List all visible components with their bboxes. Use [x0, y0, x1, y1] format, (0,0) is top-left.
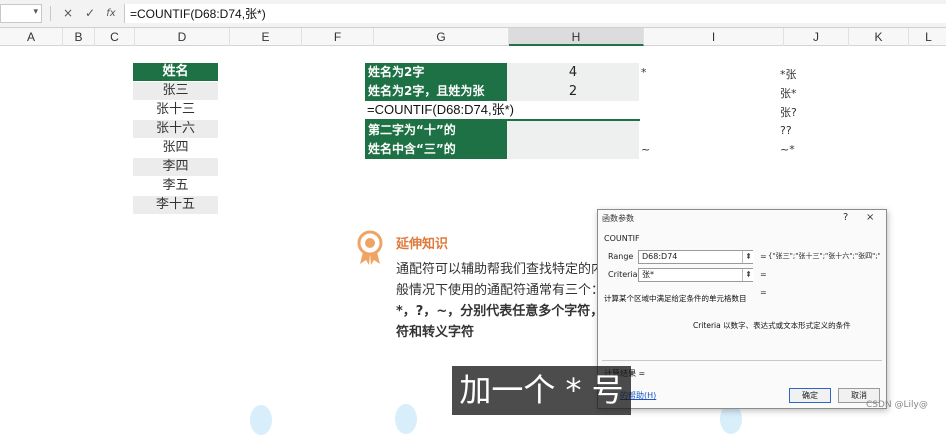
ribbon-badge-icon — [355, 230, 385, 266]
column-header-c[interactable]: C — [95, 28, 135, 46]
criteria-input[interactable]: 张* — [638, 268, 753, 282]
watermark: CSDN @Lily@ — [866, 400, 928, 410]
ok-button[interactable]: 确定 — [789, 388, 831, 403]
count-value-1[interactable]: 4 — [507, 63, 639, 82]
name-box[interactable]: ▾ — [0, 4, 42, 23]
result-equals: = — [760, 288, 767, 297]
formula-bar: ▾ × ✓ fx =COUNTIF(D68:D74,张*) — [0, 0, 946, 28]
dialog-title: 函数参数 — [602, 214, 634, 223]
column-header-g[interactable]: G — [374, 28, 509, 46]
value-cell-bg — [507, 140, 639, 159]
divider — [50, 6, 51, 21]
criteria-equals: = — [760, 270, 767, 279]
criteria-label-5[interactable]: 姓名中含“三”的 — [365, 140, 507, 159]
column-header-b[interactable]: B — [63, 28, 95, 46]
close-icon[interactable]: × — [866, 212, 874, 223]
name-cell[interactable]: 张十三 — [133, 101, 218, 119]
function-name: COUNTIF — [604, 234, 640, 243]
help-icon[interactable]: ? — [843, 212, 848, 223]
decorative-shape — [250, 405, 272, 435]
column-header-i[interactable]: I — [644, 28, 784, 46]
pattern-cell-3[interactable]: 张? — [780, 104, 797, 120]
criteria-label-4[interactable]: 第二字为“十”的 — [365, 121, 507, 140]
knowledge-title: 延伸知识 — [396, 237, 449, 252]
column-header-j[interactable]: J — [784, 28, 849, 46]
knowledge-line-4: 符和转义字符 — [396, 321, 474, 340]
range-equals: = — [760, 252, 767, 261]
pattern-cell-1[interactable]: *张 — [780, 66, 797, 82]
pattern-cell-2[interactable]: 张* — [780, 85, 797, 101]
collapse-dialog-icon[interactable]: ⇞ — [742, 269, 754, 281]
count-value-2[interactable]: 2 — [507, 82, 639, 101]
name-cell[interactable]: 张十六 — [133, 120, 218, 138]
wildcard-cell-5[interactable]: ~ — [641, 143, 650, 156]
knowledge-line-3: *，?，~，分别代表任意多个字符，— — [396, 300, 616, 319]
knowledge-line-3-prefix: *，?，~，分别代表 — [396, 304, 513, 319]
column-header-f[interactable]: F — [302, 28, 374, 46]
value-cell-bg — [507, 121, 639, 140]
criteria-label-2[interactable]: 姓名为2字，且姓为张 — [365, 82, 507, 101]
range-result-preview: {"张三";"张十三";"张十六";"张四";" — [768, 252, 880, 260]
formula-input[interactable]: =COUNTIF(D68:D74,张*) — [130, 5, 266, 22]
active-cell-editor[interactable]: =COUNTIF(D68:D74,张*) — [365, 101, 640, 121]
range-input[interactable]: D68:D74 — [638, 250, 753, 264]
pattern-cell-4[interactable]: ?? — [780, 124, 792, 137]
column-header-k[interactable]: K — [849, 28, 909, 46]
column-header-h[interactable]: H — [509, 28, 644, 46]
name-table-header: 姓名 — [133, 63, 218, 81]
cancel-icon[interactable]: × — [60, 4, 76, 23]
knowledge-line-1: 通配符可以辅助帮我们查找特定的内容 — [396, 262, 618, 277]
knowledge-line-4-bold: 转义字符 — [422, 325, 475, 340]
name-cell[interactable]: 张三 — [133, 82, 218, 100]
knowledge-line-4-prefix: 符和 — [396, 325, 423, 340]
column-headers: ABCDEFGHIJKL — [0, 28, 946, 46]
divider — [602, 360, 882, 361]
column-header-a[interactable]: A — [0, 28, 63, 46]
check-icon[interactable]: ✓ — [82, 4, 98, 23]
chevron-down-icon[interactable]: ▾ — [33, 7, 38, 17]
name-cell[interactable]: 李十五 — [133, 196, 218, 214]
function-arguments-dialog: 函数参数 ? × COUNTIF Range D68:D74 ⇞ = {"张三"… — [597, 209, 887, 409]
column-header-e[interactable]: E — [230, 28, 302, 46]
wildcard-cell-1[interactable]: * — [641, 66, 647, 79]
name-cell[interactable]: 张四 — [133, 139, 218, 157]
column-header-l[interactable]: L — [909, 28, 946, 46]
criteria-label: Criteria — [608, 270, 638, 279]
range-label: Range — [608, 252, 634, 261]
criteria-label-1[interactable]: 姓名为2字 — [365, 63, 507, 82]
decorative-shape — [395, 404, 417, 434]
name-cell[interactable]: 李四 — [133, 158, 218, 176]
pattern-cell-5[interactable]: ~* — [780, 143, 795, 156]
knowledge-line-3-bold: 任意多个字符， — [512, 304, 604, 319]
criteria-description: Criteria 以数字、表达式或文本形式定义的条件 — [693, 321, 851, 330]
collapse-dialog-icon[interactable]: ⇞ — [742, 251, 754, 263]
video-subtitle: 加一个 * 号 — [452, 366, 631, 415]
knowledge-line-2: 般情况下使用的通配符通常有三个： — [396, 283, 605, 298]
function-description: 计算某个区域中满足给定条件的单元格数目 — [604, 294, 747, 303]
function-icon[interactable]: fx — [103, 4, 119, 23]
name-cell[interactable]: 李五 — [133, 177, 218, 195]
column-header-d[interactable]: D — [135, 28, 230, 46]
